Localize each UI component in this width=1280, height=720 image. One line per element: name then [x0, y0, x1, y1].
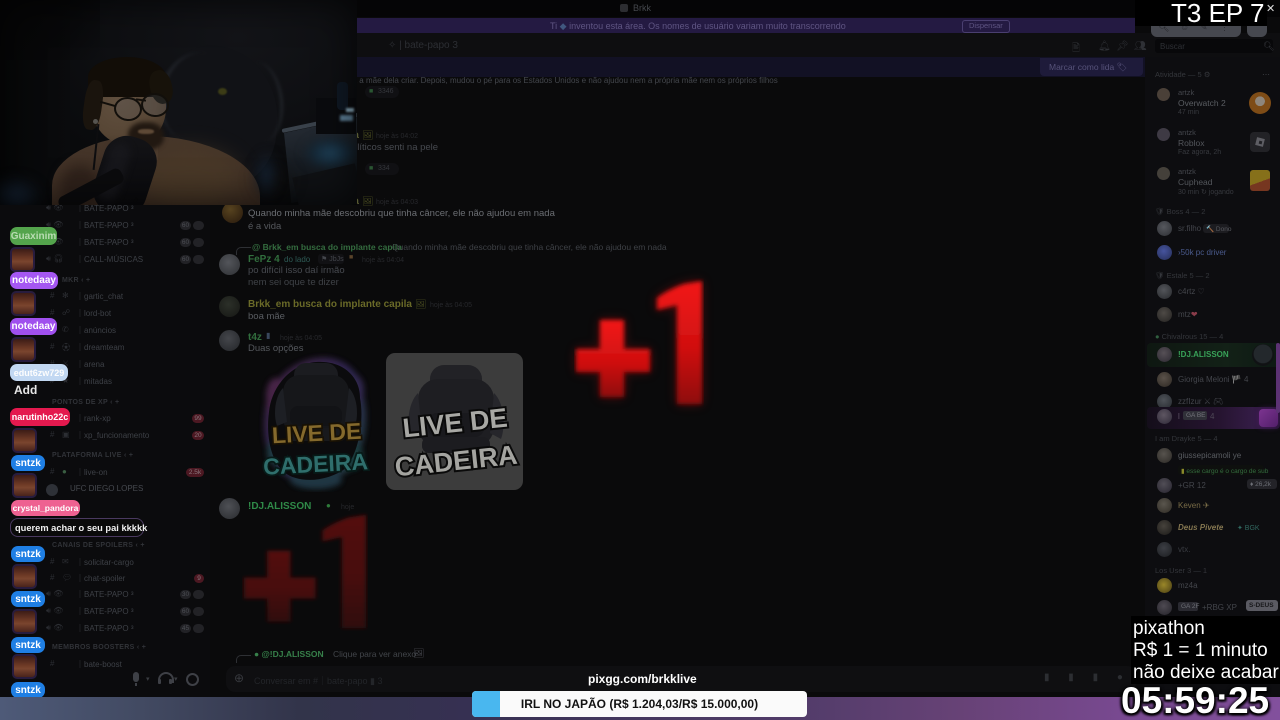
svg-text:CADEIRA: CADEIRA — [263, 448, 369, 479]
svg-text:LIVE DE: LIVE DE — [271, 418, 362, 449]
